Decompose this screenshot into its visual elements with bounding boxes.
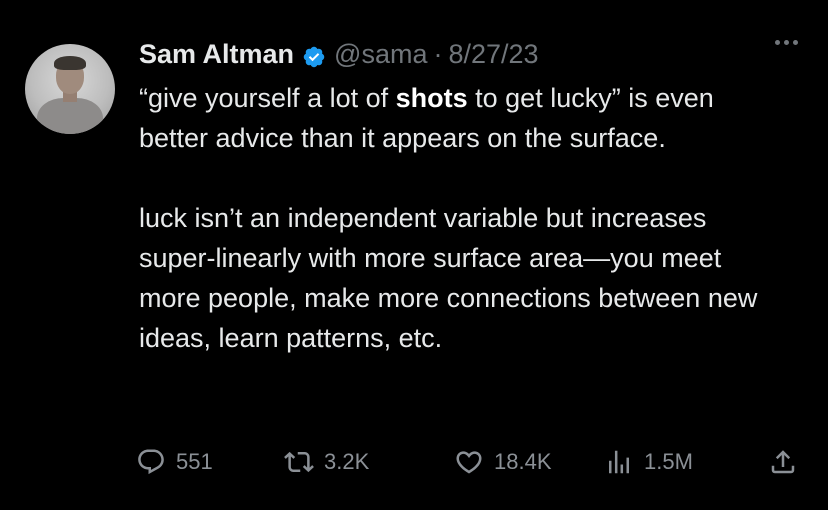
like-button[interactable]: 18.4K bbox=[454, 447, 552, 477]
header-separator: · bbox=[433, 39, 443, 69]
tweet-text: “give yourself a lot of shots to get luc… bbox=[139, 78, 779, 358]
repost-button[interactable]: 3.2K bbox=[284, 447, 369, 477]
tweet-header: Sam Altman @sama · 8/27/23 bbox=[139, 36, 539, 72]
reply-icon bbox=[136, 447, 166, 477]
like-count: 18.4K bbox=[494, 449, 552, 474]
verified-badge-icon bbox=[302, 42, 326, 68]
views-count: 1.5M bbox=[644, 449, 693, 474]
avatar[interactable] bbox=[25, 44, 115, 134]
more-icon[interactable] bbox=[775, 40, 798, 45]
bold-word: shots bbox=[395, 83, 468, 113]
author-name[interactable]: Sam Altman bbox=[139, 36, 294, 72]
views-button[interactable]: 1.5M bbox=[604, 447, 693, 477]
tweet-date[interactable]: 8/27/23 bbox=[448, 36, 538, 72]
author-handle[interactable]: @sama bbox=[334, 36, 427, 72]
reply-button[interactable]: 551 bbox=[136, 447, 213, 477]
tweet-paragraph-1: “give yourself a lot of shots to get luc… bbox=[139, 83, 714, 153]
share-icon bbox=[768, 447, 798, 477]
views-icon bbox=[604, 447, 634, 477]
heart-icon bbox=[454, 447, 484, 477]
share-button[interactable] bbox=[768, 447, 798, 477]
repost-icon bbox=[284, 447, 314, 477]
tweet[interactable]: Sam Altman @sama · 8/27/23 “give yoursel… bbox=[0, 0, 828, 510]
reply-count: 551 bbox=[176, 449, 213, 474]
tweet-paragraph-2: luck isn’t an independent variable but i… bbox=[139, 203, 758, 353]
repost-count: 3.2K bbox=[324, 449, 370, 474]
